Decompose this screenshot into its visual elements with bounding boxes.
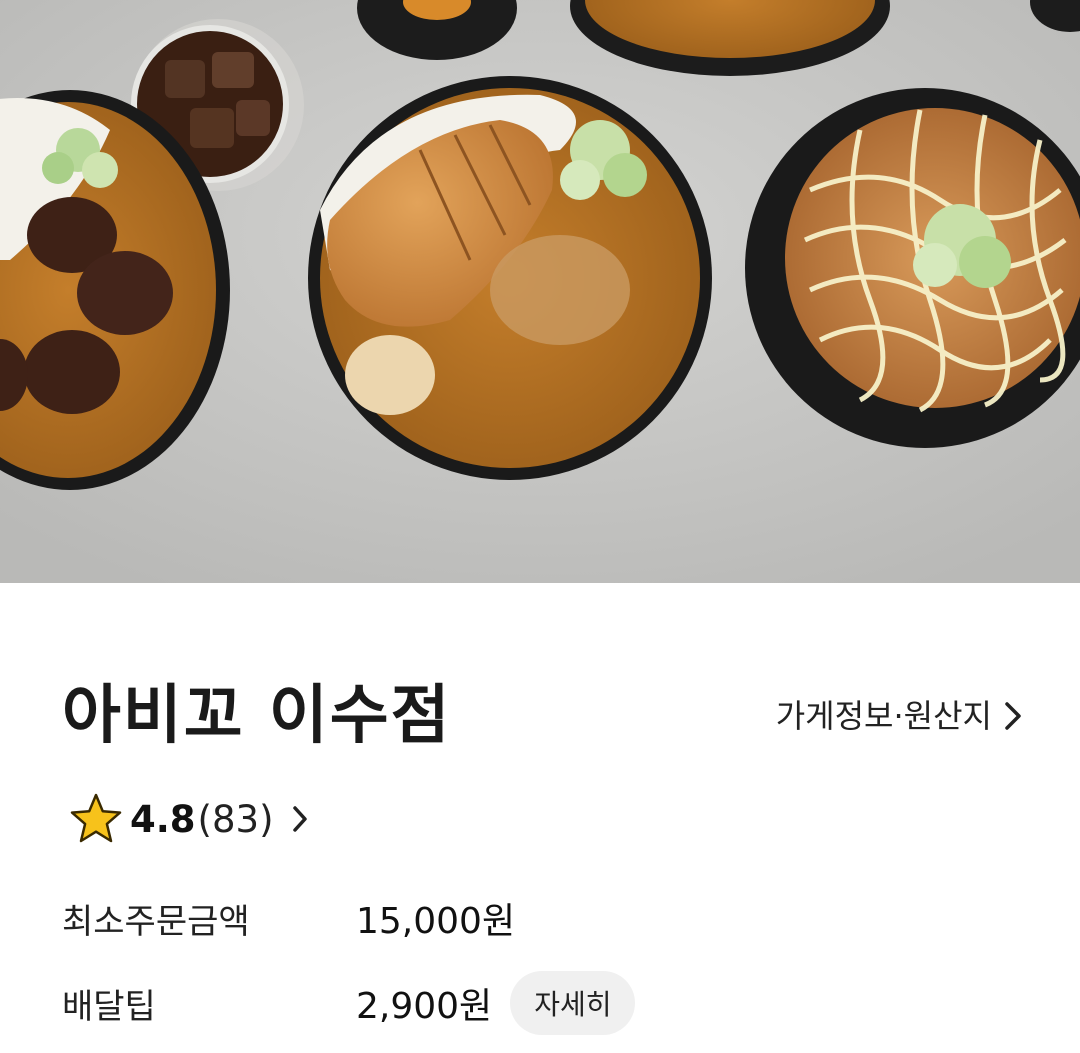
min-order-value: 15,000원 <box>356 901 516 942</box>
chevron-right-icon <box>998 694 1028 738</box>
review-count: (83) <box>197 797 274 841</box>
delivery-tip-row: 배달팁 2,900원 자세히 <box>62 971 636 1035</box>
store-info-origin-link[interactable]: 가게정보·원산지 <box>776 694 1028 738</box>
rating-reviews-link[interactable]: 4.8 (83) <box>68 793 318 845</box>
rating-score: 4.8 <box>130 797 196 841</box>
food-photo-illustration <box>0 0 1080 583</box>
chevron-right-icon <box>292 799 318 839</box>
store-name: 아비꼬 이수점 <box>62 679 452 753</box>
delivery-tip-value: 2,900원 <box>356 986 493 1027</box>
min-order-label: 최소주문금액 <box>62 901 250 942</box>
hero-image <box>0 0 1080 583</box>
delivery-tip-label: 배달팁 <box>62 986 156 1027</box>
store-info-panel: 아비꼬 이수점 가게정보·원산지 4.8 (83) 최소주문금액 15,000원… <box>0 583 1080 1053</box>
delivery-tip-detail-button[interactable]: 자세히 <box>510 971 636 1035</box>
star-icon <box>68 791 124 847</box>
store-info-link-label: 가게정보·원산지 <box>775 697 992 735</box>
min-order-row: 최소주문금액 15,000원 <box>62 893 515 943</box>
